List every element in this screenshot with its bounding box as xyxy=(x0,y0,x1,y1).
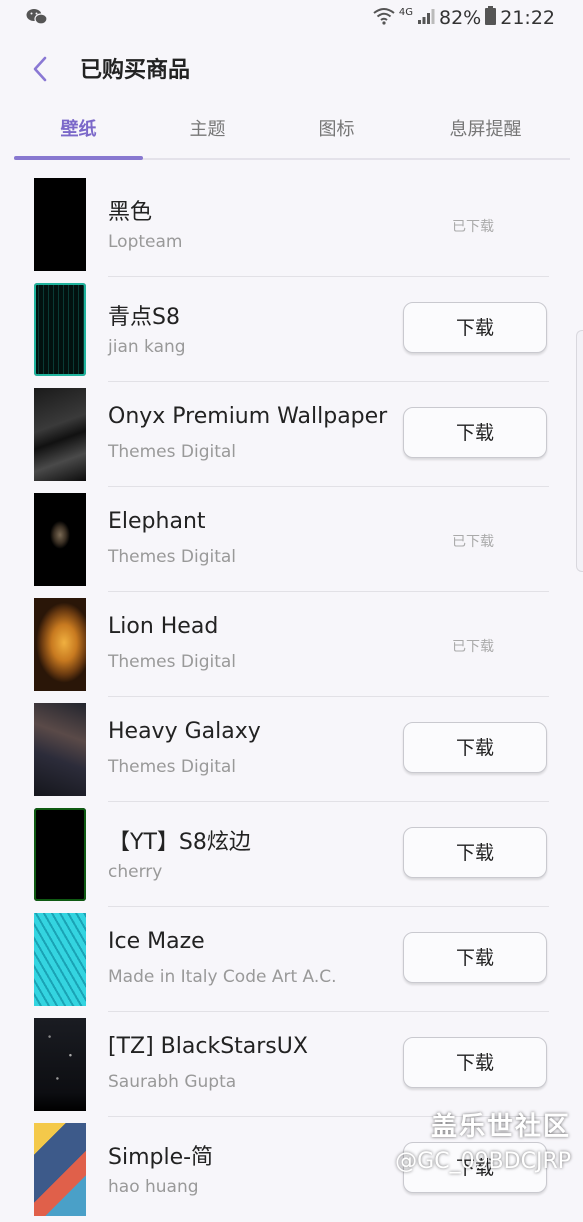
wallpaper-thumbnail xyxy=(34,703,86,796)
wifi-icon xyxy=(373,7,395,30)
list-item[interactable]: Onyx Premium Wallpaper Themes Digital 下载 xyxy=(0,382,583,487)
app-bar: 已购买商品 xyxy=(0,36,583,102)
item-author: Lopteam xyxy=(108,232,183,252)
item-title: Ice Maze xyxy=(108,929,205,954)
list-item[interactable]: Ice Maze Made in Italy Code Art A.C. 下载 xyxy=(0,907,583,1012)
item-title: 黑色 xyxy=(108,200,153,225)
item-author: Themes Digital xyxy=(108,757,237,777)
list-item[interactable]: 青点S8 jian kang 下载 xyxy=(0,277,583,382)
status-indicators: 4G 82% 21:22 xyxy=(373,6,555,30)
network-type: 4G xyxy=(398,6,413,18)
tab-themes[interactable]: 主题 xyxy=(143,104,272,156)
wallpaper-thumbnail xyxy=(34,178,86,271)
item-author: Saurabh Gupta xyxy=(108,1072,237,1092)
item-author: Themes Digital xyxy=(108,652,237,672)
item-author: cherry xyxy=(108,862,163,882)
item-title: [TZ] BlackStarsUX xyxy=(108,1034,308,1059)
download-button[interactable]: 下载 xyxy=(403,722,547,773)
tab-aod[interactable]: 息屏提醒 xyxy=(401,104,570,156)
wallpaper-thumbnail xyxy=(34,388,86,481)
item-title: Elephant xyxy=(108,509,206,534)
tab-wallpapers[interactable]: 壁纸 xyxy=(14,104,143,156)
back-arrow-icon xyxy=(33,56,47,82)
back-button[interactable] xyxy=(26,54,56,84)
battery-percent: 82% xyxy=(439,7,482,29)
battery-icon xyxy=(485,6,497,30)
item-title: Onyx Premium Wallpaper xyxy=(108,404,388,429)
watermark: 盖乐世社区 @GC_09BDCJRP xyxy=(395,1106,571,1174)
item-title: 【YT】S8炫边 xyxy=(108,830,251,855)
status-bar: 4G 82% 21:22 xyxy=(0,0,583,36)
download-button[interactable]: 下载 xyxy=(403,302,547,353)
downloaded-status: 已下载 xyxy=(452,534,494,550)
list-item[interactable]: 【YT】S8炫边 cherry 下载 xyxy=(0,802,583,907)
wallpaper-thumbnail xyxy=(34,283,86,376)
wechat-icon xyxy=(26,8,48,30)
wallpaper-thumbnail xyxy=(34,1018,86,1111)
list-item[interactable]: 黑色 Lopteam 已下载 xyxy=(0,172,583,277)
item-author: Made in Italy Code Art A.C. xyxy=(108,967,337,987)
wallpaper-thumbnail xyxy=(34,808,86,901)
wallpaper-thumbnail xyxy=(34,493,86,586)
item-title: Lion Head xyxy=(108,614,219,639)
signal-icon xyxy=(417,7,435,30)
item-author: Themes Digital xyxy=(108,442,237,462)
item-author: hao huang xyxy=(108,1177,199,1197)
item-author: Themes Digital xyxy=(108,547,237,567)
item-title: 青点S8 xyxy=(108,305,180,330)
tab-icons[interactable]: 图标 xyxy=(272,104,401,156)
wallpaper-thumbnail xyxy=(34,1123,86,1216)
download-button[interactable]: 下载 xyxy=(403,1037,547,1088)
list-item[interactable]: Heavy Galaxy Themes Digital 下载 xyxy=(0,697,583,802)
tab-bar: 壁纸 主题 图标 息屏提醒 xyxy=(14,104,570,160)
download-button[interactable]: 下载 xyxy=(403,827,547,878)
scroll-edge[interactable] xyxy=(576,330,583,572)
download-button[interactable]: 下载 xyxy=(403,407,547,458)
download-button[interactable]: 下载 xyxy=(403,932,547,983)
watermark-handle: @GC_09BDCJRP xyxy=(395,1149,571,1174)
clock: 21:22 xyxy=(500,7,555,29)
watermark-site: 盖乐世社区 xyxy=(430,1112,571,1142)
downloaded-status: 已下载 xyxy=(452,639,494,655)
downloaded-status: 已下载 xyxy=(452,219,494,235)
wallpaper-thumbnail xyxy=(34,913,86,1006)
list-item[interactable]: Elephant Themes Digital 已下载 xyxy=(0,487,583,592)
wallpaper-thumbnail xyxy=(34,598,86,691)
item-author: jian kang xyxy=(108,337,186,357)
item-title: Simple-简 xyxy=(108,1145,214,1170)
tab-indicator xyxy=(14,156,143,160)
page-title: 已购买商品 xyxy=(80,58,191,83)
list-item[interactable]: Lion Head Themes Digital 已下载 xyxy=(0,592,583,697)
list-item[interactable]: [TZ] BlackStarsUX Saurabh Gupta 下载 xyxy=(0,1012,583,1117)
item-title: Heavy Galaxy xyxy=(108,719,261,744)
